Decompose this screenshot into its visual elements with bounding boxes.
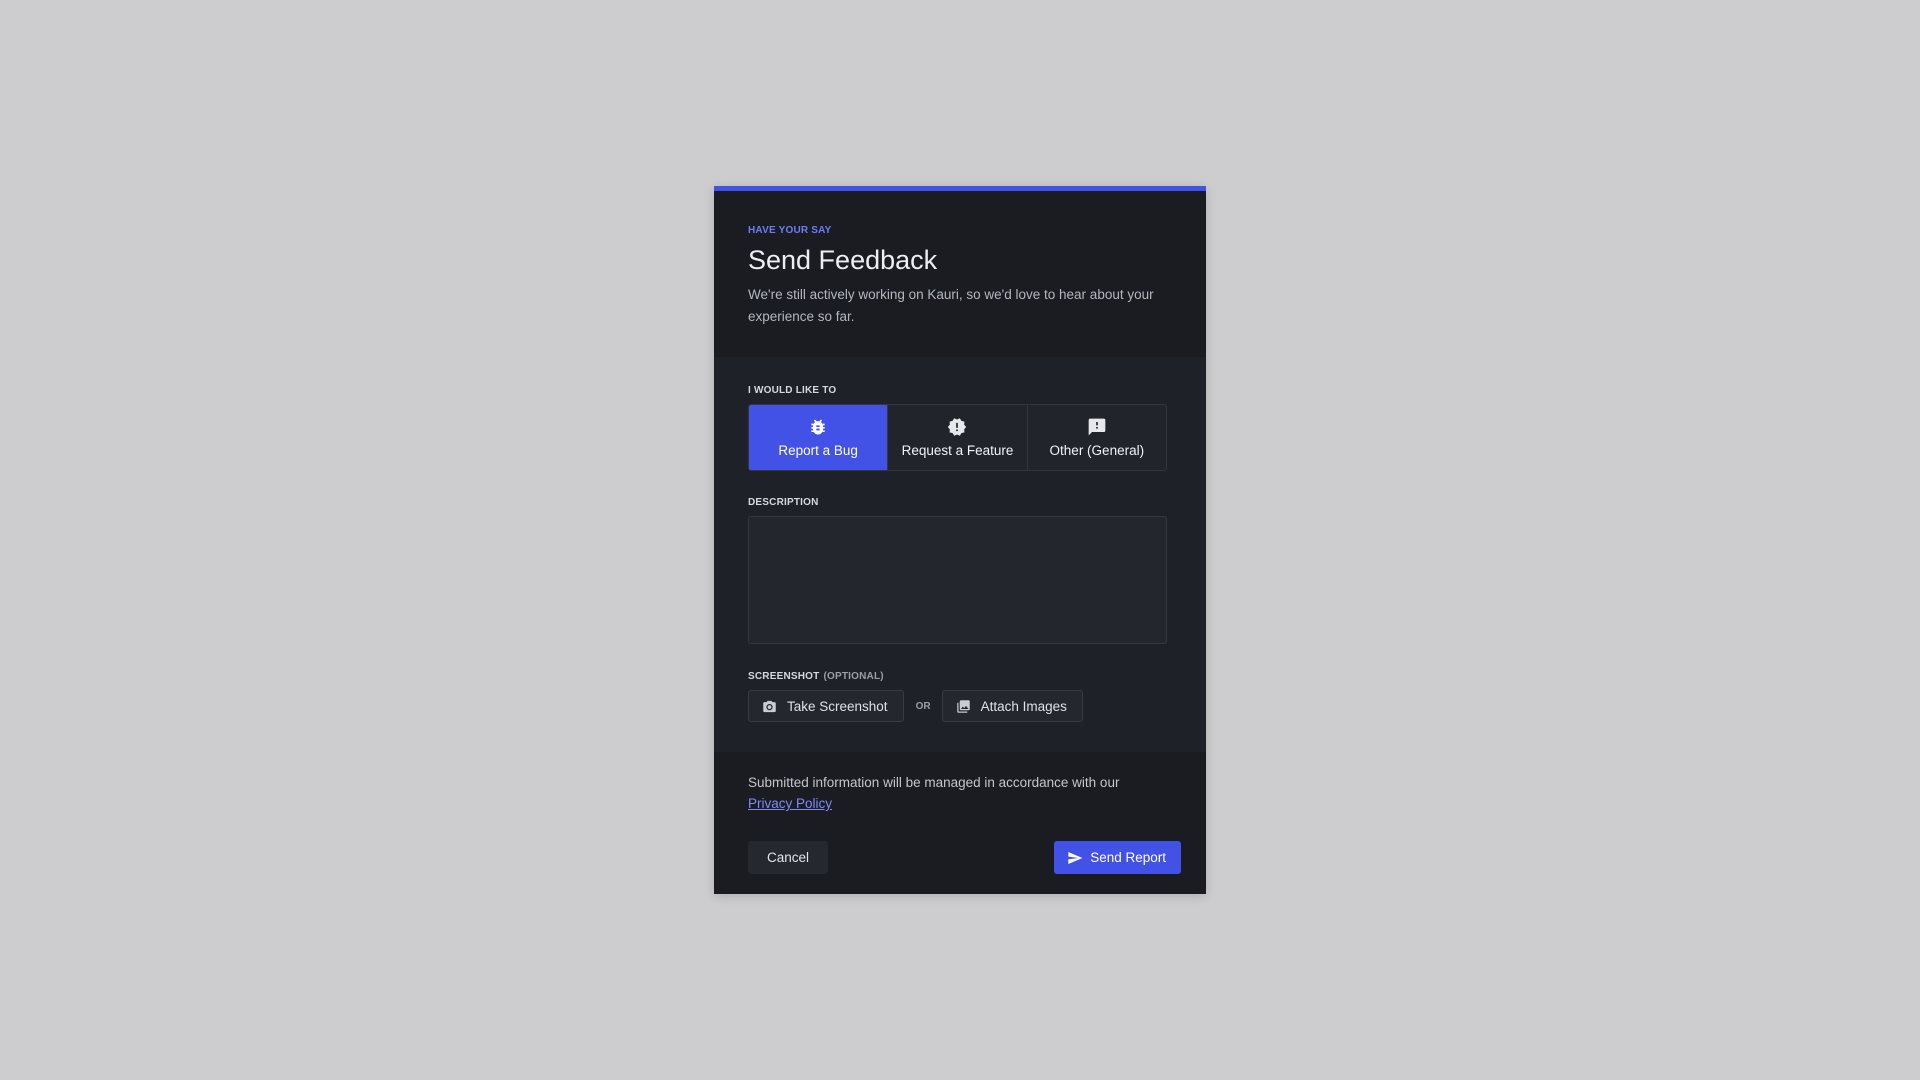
- or-separator: OR: [915, 700, 931, 712]
- attach-images-label: Attach Images: [980, 698, 1067, 714]
- description-label: DESCRIPTION: [748, 497, 819, 508]
- take-screenshot-label: Take Screenshot: [787, 698, 888, 714]
- modal-footer: Submitted information will be managed in…: [714, 752, 1206, 874]
- eyebrow-label: HAVE YOUR SAY: [748, 225, 832, 236]
- type-option-label: Request a Feature: [901, 443, 1014, 458]
- send-icon: [1068, 851, 1083, 864]
- screenshot-label: SCREENSHOT (OPTIONAL): [748, 671, 1167, 682]
- optional-label: (OPTIONAL): [823, 671, 884, 682]
- privacy-notice-text: Submitted information will be managed in…: [748, 775, 1120, 790]
- modal-header: HAVE YOUR SAY Send Feedback We're still …: [714, 191, 1206, 357]
- type-option-report-bug[interactable]: Report a Bug: [749, 405, 888, 470]
- take-screenshot-button[interactable]: Take Screenshot: [748, 690, 904, 722]
- type-option-other[interactable]: Other (General): [1026, 405, 1166, 470]
- camera-icon: [763, 700, 776, 712]
- images-icon: [956, 699, 970, 713]
- bug-icon: [811, 419, 825, 435]
- feedback-modal: HAVE YOUR SAY Send Feedback We're still …: [714, 186, 1206, 894]
- attach-images-button[interactable]: Attach Images: [941, 690, 1083, 722]
- modal-subtitle: We're still actively working on Kauri, s…: [748, 287, 1154, 324]
- description-field[interactable]: [748, 516, 1167, 644]
- modal-title: Send Feedback: [748, 245, 938, 275]
- feedback-icon: [1088, 418, 1106, 436]
- send-report-label: Send Report: [1090, 850, 1166, 865]
- type-option-label: Other (General): [1049, 443, 1145, 458]
- type-label: I WOULD LIKE TO: [748, 385, 837, 396]
- new-badge-icon: [948, 418, 967, 436]
- form-section: I WOULD LIKE TO Report a Bug Request a F…: [714, 357, 1206, 752]
- feedback-type-selector: Report a Bug Request a Feature Other (Ge…: [748, 404, 1167, 471]
- screenshot-label-text: SCREENSHOT: [748, 671, 820, 682]
- type-option-request-feature[interactable]: Request a Feature: [887, 405, 1027, 470]
- send-report-button[interactable]: Send Report: [1054, 841, 1181, 874]
- cancel-button[interactable]: Cancel: [748, 841, 829, 874]
- screenshot-actions: Take Screenshot OR Attach Images: [748, 690, 1167, 722]
- privacy-policy-link[interactable]: Privacy Policy: [748, 796, 832, 811]
- privacy-notice: Submitted information will be managed in…: [748, 772, 1172, 814]
- type-option-label: Report a Bug: [778, 443, 858, 458]
- action-row: Cancel Send Report: [748, 841, 1181, 874]
